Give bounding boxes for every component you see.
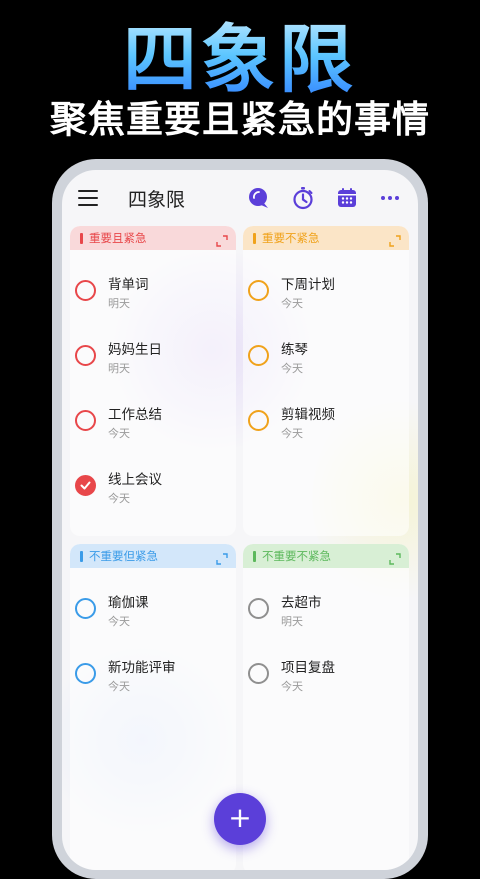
task-item[interactable]: 下周计划 今天 <box>243 273 409 323</box>
quadrant-header: 重要且紧急 <box>70 226 236 250</box>
expand-icon[interactable] <box>216 550 228 565</box>
quadrant-not-important-urgent: 不重要但紧急 瑜伽课 今天 新功能评审 今天 <box>70 544 236 870</box>
task-name: 剪辑视频 <box>281 407 335 423</box>
task-name: 瑜伽课 <box>108 595 149 611</box>
add-task-button[interactable]: + <box>214 793 266 845</box>
task-checkbox[interactable] <box>248 280 269 301</box>
task-due: 明天 <box>108 362 130 375</box>
task-checkbox[interactable] <box>248 410 269 431</box>
task-name: 线上会议 <box>108 472 162 488</box>
quadrant-label: 重要不紧急 <box>262 231 320 245</box>
task-checkbox[interactable] <box>75 598 96 619</box>
task-due: 今天 <box>108 680 130 693</box>
task-due: 今天 <box>108 492 130 505</box>
task-due: 今天 <box>281 680 303 693</box>
task-checkbox[interactable] <box>75 410 96 431</box>
task-item[interactable]: 练琴 今天 <box>243 338 409 388</box>
task-item[interactable]: 妈妈生日 明天 <box>70 338 236 388</box>
task-name: 练琴 <box>281 342 308 358</box>
task-due: 今天 <box>281 362 303 375</box>
quadrant-color-bar <box>80 551 83 562</box>
quadrant-label: 重要且紧急 <box>89 231 147 245</box>
quadrant-color-bar <box>80 233 83 244</box>
task-name: 背单词 <box>108 277 149 293</box>
expand-icon[interactable] <box>216 232 228 247</box>
task-checkbox[interactable] <box>248 345 269 366</box>
task-item[interactable]: 新功能评审 今天 <box>70 656 236 706</box>
task-name: 新功能评审 <box>108 660 176 676</box>
quadrant-header: 重要不紧急 <box>243 226 409 250</box>
search-bubble-icon[interactable] <box>247 186 271 210</box>
more-icon[interactable] <box>378 186 402 210</box>
quadrant-label: 不重要但紧急 <box>89 549 158 563</box>
task-item[interactable]: 背单词 明天 <box>70 273 236 323</box>
task-checkbox[interactable] <box>248 598 269 619</box>
calendar-icon[interactable] <box>335 186 359 210</box>
quadrant-not-important-not-urgent: 不重要不紧急去超市明天项目复盘今天 <box>243 544 409 870</box>
quadrant-header: 不重要但紧急 <box>70 544 236 568</box>
add-task-plus: + <box>228 801 252 834</box>
task-item[interactable]: 去超市 明天 <box>243 591 409 641</box>
task-checkbox[interactable] <box>75 663 96 684</box>
task-due: 今天 <box>281 427 303 440</box>
task-item[interactable]: 项目复盘 今天 <box>243 656 409 706</box>
task-due: 明天 <box>281 615 303 628</box>
task-item[interactable]: 剪辑视频 今天 <box>243 403 409 453</box>
task-checkbox[interactable] <box>75 345 96 366</box>
task-name: 下周计划 <box>281 277 335 293</box>
quadrant-color-bar <box>253 551 256 562</box>
task-due: 今天 <box>281 297 303 310</box>
hero-title: 四象限 <box>0 14 480 106</box>
app-screen: 四象限 重要且紧急 背单词 明天 妈妈生日 明天 工作总结 今天 线上会议 今天… <box>62 170 418 870</box>
task-item[interactable]: 线上会议 今天 <box>70 468 236 518</box>
task-name: 妈妈生日 <box>108 342 162 358</box>
quadrant-important-urgent: 重要且紧急 背单词 明天 妈妈生日 明天 工作总结 今天 线上会议 今天 <box>70 226 236 536</box>
quadrant-label: 不重要不紧急 <box>262 549 331 563</box>
task-item[interactable]: 工作总结 今天 <box>70 403 236 453</box>
quadrant-color-bar <box>253 233 256 244</box>
task-name: 项目复盘 <box>281 660 335 676</box>
app-toolbar: 四象限 <box>62 170 418 226</box>
hero-subtitle: 聚焦重要且紧急的事情 <box>50 98 430 141</box>
task-checkbox[interactable] <box>75 280 96 301</box>
timer-icon[interactable] <box>291 186 315 210</box>
task-checkbox[interactable] <box>248 663 269 684</box>
task-name: 去超市 <box>281 595 322 611</box>
task-checkbox-checked[interactable] <box>75 475 96 496</box>
hamburger-menu-icon[interactable] <box>78 190 98 206</box>
quadrant-important-not-urgent: 重要不紧急 下周计划 今天 练琴 今天 剪辑视频 今天 <box>243 226 409 536</box>
task-name: 工作总结 <box>108 407 162 423</box>
task-due: 明天 <box>108 297 130 310</box>
quadrant-header: 不重要不紧急 <box>243 544 409 568</box>
app-title: 四象限 <box>128 189 186 211</box>
task-due: 今天 <box>108 615 130 628</box>
expand-icon[interactable] <box>389 232 401 247</box>
task-item[interactable]: 瑜伽课 今天 <box>70 591 236 641</box>
expand-icon[interactable] <box>389 550 401 565</box>
task-due: 今天 <box>108 427 130 440</box>
